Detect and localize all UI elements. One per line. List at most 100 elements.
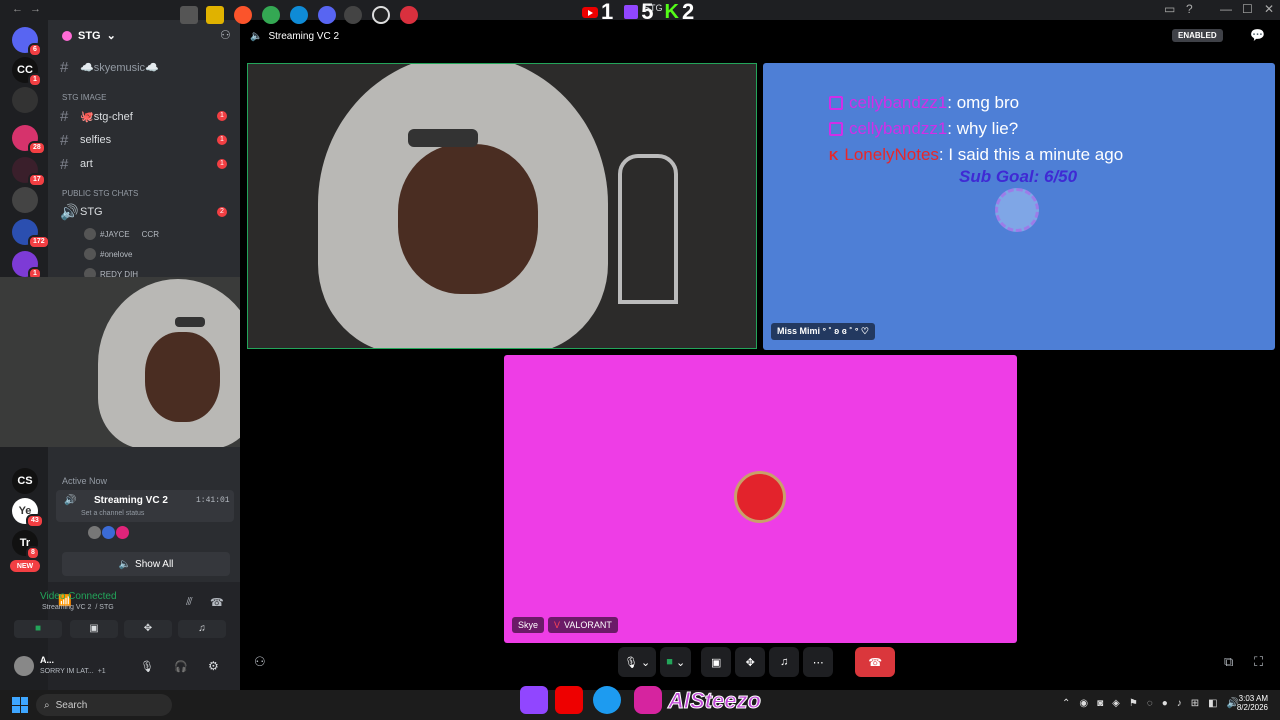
unread-badge: 1 <box>217 111 227 121</box>
maximize-button[interactable]: ☐ <box>1242 2 1253 16</box>
youtube-icon <box>555 686 583 714</box>
inbox-icon[interactable]: ▭ <box>1164 2 1175 16</box>
voice-server: / STG <box>95 604 114 611</box>
file-explorer-icon[interactable] <box>206 6 224 24</box>
activities-button[interactable]: ✥ <box>735 647 766 677</box>
channel-stg-chef[interactable]: # 🐙stg-chef 1 <box>60 107 235 125</box>
forward-arrow-icon[interactable]: → <box>30 3 41 15</box>
chair-shape <box>618 154 678 304</box>
video-tile-skye[interactable]: Skye V VALORANT <box>504 355 1017 643</box>
server-emblem-icon <box>62 30 72 41</box>
new-badge[interactable]: NEW <box>10 560 40 572</box>
status-extra: +1 <box>97 668 106 675</box>
settings-gear-icon[interactable]: ⚙ <box>208 659 219 673</box>
twitch-icon <box>829 96 843 110</box>
participant-avatar <box>734 471 786 523</box>
voice-channel-stg[interactable]: 🔊 STG 2 <box>60 203 235 221</box>
minimize-button[interactable]: — <box>1220 2 1232 16</box>
fullscreen-icon[interactable]: ⛶ <box>1254 654 1263 670</box>
server-icon[interactable] <box>12 87 38 113</box>
channel-skyemusic[interactable]: # ☁️skyemusic☁️ <box>60 58 235 76</box>
screen-icon: ▣ <box>89 623 99 634</box>
soundboard-button[interactable]: ♫ <box>178 620 226 638</box>
soundboard-button[interactable]: ♫ <box>769 647 800 677</box>
participant-name: Skye <box>512 617 545 633</box>
invite-user-icon[interactable]: ⚇ <box>254 654 266 670</box>
category-public-chats[interactable]: PUBLIC STG CHATS <box>62 189 138 198</box>
server-icon[interactable]: CS <box>12 468 38 494</box>
taskbar-search[interactable]: ⌕ Search <box>36 694 172 716</box>
discord-icon[interactable] <box>318 6 336 24</box>
camera-icon: ■ <box>34 623 42 634</box>
screenshare-button[interactable]: ▣ <box>701 647 732 677</box>
unread-badge: 1 <box>217 159 227 169</box>
sub-goal-avatar <box>995 188 1039 232</box>
more-button[interactable]: ⋯ <box>803 647 834 677</box>
invite-icon[interactable]: ⚇ <box>220 28 231 42</box>
back-arrow-icon[interactable]: ← <box>12 3 23 15</box>
camera-button[interactable]: ■ <box>14 620 62 638</box>
server-name: STG <box>78 29 101 42</box>
activities-icon: ✥ <box>143 623 153 634</box>
chat-bubble-icon[interactable]: 💬 <box>1250 28 1265 42</box>
user-status: SORRY IM LAT... +1 <box>40 668 106 675</box>
server-icon[interactable] <box>12 187 38 213</box>
category-stg-image[interactable]: STG IMAGE <box>62 93 106 102</box>
mic-button[interactable]: 🎙 ⌄ <box>618 647 657 677</box>
server-badge: 28 <box>28 141 46 155</box>
avatar <box>84 248 96 260</box>
voice-user-name: #JAYCE <box>100 229 130 239</box>
show-all-button[interactable]: 🔈 Show All <box>62 552 230 576</box>
start-icon[interactable] <box>12 697 28 713</box>
channel-art[interactable]: # art 1 <box>60 155 235 173</box>
more-icon: ⋯ <box>812 656 824 669</box>
server-badge: 43 <box>26 514 44 528</box>
mic-icon[interactable]: 🎙 <box>140 660 154 673</box>
chevron-down-icon: ⌄ <box>106 30 116 42</box>
video-tile-stream[interactable]: cellybandzz1: omg bro cellybandzz1: why l… <box>763 63 1275 350</box>
noise-suppression-icon[interactable]: ⫻ <box>186 596 193 609</box>
leave-call-button[interactable]: ☎ <box>855 647 896 677</box>
chat-message: : why lie? <box>947 119 1019 138</box>
tray-icons[interactable]: ⌃◉◙◈⚑◌●♪⊞◧🔊 <box>1062 698 1248 709</box>
clock[interactable]: 3:03 AM 8/2/2026 <box>1232 694 1268 712</box>
obs-icon[interactable] <box>372 6 390 24</box>
chrome-icon[interactable] <box>262 6 280 24</box>
clock-time: 3:03 AM <box>1238 694 1268 703</box>
server-badge: 17 <box>28 173 46 187</box>
mic-icon: 🎙 ⌄ <box>624 656 651 669</box>
red-app-icon[interactable] <box>400 6 418 24</box>
camera-button[interactable]: ■ ⌄ <box>660 647 692 677</box>
valorant-icon: V <box>554 620 561 630</box>
channel-status: Set a channel status <box>81 510 145 517</box>
show-all-label: Show All <box>135 558 174 570</box>
server-badge: 6 <box>28 43 42 57</box>
activities-button[interactable]: ✥ <box>124 620 172 638</box>
popout-icon[interactable]: ⧉ <box>1224 654 1233 670</box>
kick-icon: K <box>829 147 839 163</box>
close-button[interactable]: ✕ <box>1264 2 1274 16</box>
active-now-card[interactable]: 🔊 Streaming VC 2 1:41:01 Set a channel s… <box>56 490 234 522</box>
headphones-icon[interactable]: 🎧 <box>174 660 188 673</box>
avatar <box>116 526 129 539</box>
edge-icon[interactable] <box>290 6 308 24</box>
voice-user[interactable]: #JAYCE CCR <box>84 228 159 240</box>
task-view-icon[interactable] <box>180 6 198 24</box>
channel-selfies[interactable]: # selfies 1 <box>60 131 235 149</box>
server-header[interactable]: STG ⌄ <box>62 29 116 42</box>
brave-icon[interactable] <box>234 6 252 24</box>
stream-counter: 1 5 K 2 <box>582 0 694 24</box>
hangup-icon: ☎ <box>868 656 883 669</box>
help-icon[interactable]: ? <box>1186 2 1193 16</box>
voice-user[interactable]: #onelove <box>84 248 132 260</box>
clock-date: 8/2/2026 <box>1236 703 1268 712</box>
voice-channel: Streaming VC 2 <box>42 604 92 611</box>
face-shape <box>398 144 538 294</box>
disconnect-icon[interactable]: ☎ <box>210 596 224 609</box>
video-tile-main[interactable] <box>247 63 757 349</box>
stage-header: 🔈 Streaming VC 2 <box>250 26 339 46</box>
user-avatar[interactable] <box>14 656 34 676</box>
activity-tag: V VALORANT <box>548 617 618 633</box>
screenshare-button[interactable]: ▣ <box>70 620 118 638</box>
4k-app-icon[interactable] <box>344 6 362 24</box>
